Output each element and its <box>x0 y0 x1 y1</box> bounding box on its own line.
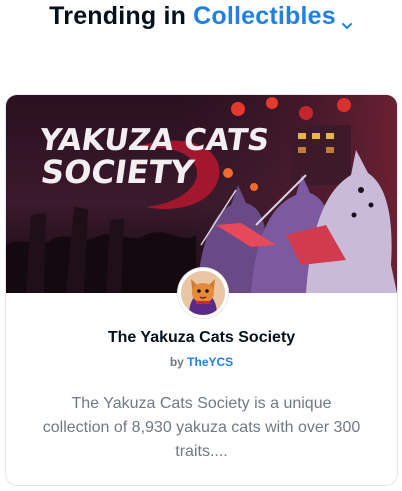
by-label: by <box>169 355 184 369</box>
section-heading: Trending in Collectibles <box>0 0 402 32</box>
collection-banner: YAKUZA CATS SOCIETY <box>6 95 397 293</box>
collection-card[interactable]: YAKUZA CATS SOCIETY The Yakuza Cats Soci… <box>5 94 398 486</box>
category-dropdown[interactable]: Collectibles <box>193 2 353 31</box>
collection-description: The Yakuza Cats Society is a unique coll… <box>42 395 361 460</box>
creator-link[interactable]: TheYCS <box>187 355 233 369</box>
collection-avatar[interactable] <box>178 268 228 318</box>
collection-title[interactable]: The Yakuza Cats Society <box>6 329 397 347</box>
heading-prefix: Trending in <box>49 1 187 30</box>
chevron-down-icon <box>341 10 353 29</box>
category-label: Collectibles <box>193 1 336 30</box>
collection-byline: by TheYCS <box>6 355 397 369</box>
banner-logo-line2: SOCIETY <box>39 153 197 191</box>
